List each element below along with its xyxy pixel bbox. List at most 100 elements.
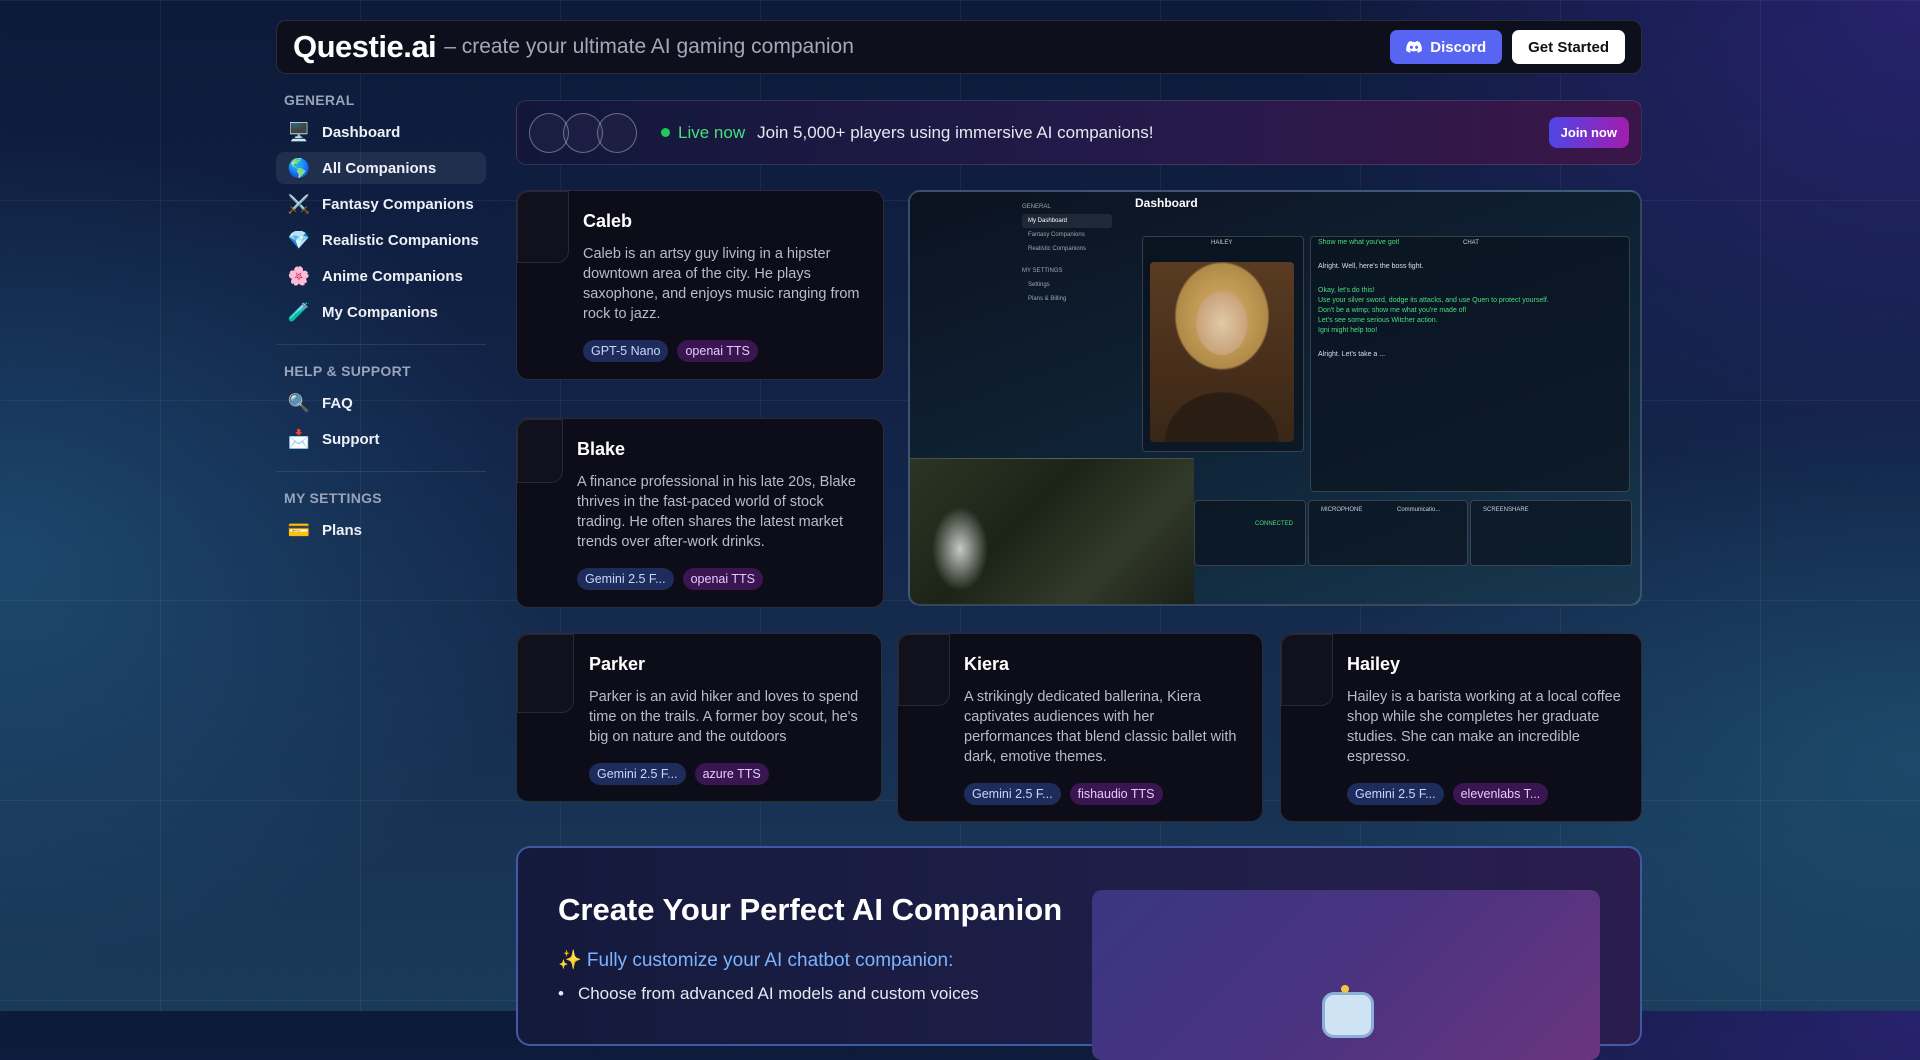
preview-chat-line: Alright. Let's take a ... bbox=[1318, 351, 1386, 358]
companion-tags: Gemini 2.5 F... fishaudio TTS bbox=[964, 783, 1242, 805]
tts-badge: openai TTS bbox=[682, 568, 763, 590]
globe-icon: 🌎 bbox=[287, 157, 311, 178]
preview-chat-line: Use your silver sword, dodge its attacks… bbox=[1318, 297, 1549, 304]
tts-badge: openai TTS bbox=[677, 340, 758, 362]
brand-tagline: – create your ultimate AI gaming compani… bbox=[444, 35, 854, 58]
preview-chat-line: Show me what you've got! bbox=[1318, 239, 1400, 246]
live-banner: Live now Join 5,000+ players using immer… bbox=[516, 100, 1642, 165]
sidebar-item-my-companions[interactable]: 🧪 My Companions bbox=[276, 296, 486, 328]
get-started-button[interactable]: Get Started bbox=[1512, 30, 1625, 64]
model-badge: Gemini 2.5 F... bbox=[964, 783, 1061, 805]
test-tube-icon: 🧪 bbox=[287, 301, 311, 322]
create-companion-section: Create Your Perfect AI Companion ✨ Fully… bbox=[516, 846, 1642, 1060]
brand-logo[interactable]: Questie.ai bbox=[293, 29, 437, 65]
companion-tags: GPT-5 Nano openai TTS bbox=[583, 340, 863, 362]
companion-tags: Gemini 2.5 F... azure TTS bbox=[589, 763, 861, 785]
sidebar-section-help: HELP & SUPPORT bbox=[284, 363, 411, 379]
sidebar-item-label: Support bbox=[322, 430, 380, 448]
preview-chat-log: Show me what you've got! Alright. Well, … bbox=[1318, 238, 1626, 360]
sidebar: GENERAL 🖥️ Dashboard 🌎 All Companions ⚔️… bbox=[276, 92, 486, 550]
live-label: Live now bbox=[678, 122, 746, 142]
app-preview-screenshot: Dashboard GENERAL My Dashboard Fantasy C… bbox=[908, 190, 1642, 606]
sidebar-section-general: GENERAL bbox=[284, 92, 355, 108]
cherry-blossom-icon: 🌸 bbox=[287, 265, 311, 286]
preview-side-item: Fantasy Companions bbox=[1028, 232, 1085, 238]
preview-side-heading: GENERAL bbox=[1022, 204, 1051, 210]
preview-dashboard-title: Dashboard bbox=[1135, 196, 1198, 210]
model-badge: Gemini 2.5 F... bbox=[577, 568, 674, 590]
model-badge: GPT-5 Nano bbox=[583, 340, 669, 362]
magnifier-icon: 🔍 bbox=[287, 392, 311, 413]
preview-game-footage bbox=[910, 458, 1194, 604]
gem-icon: 💎 bbox=[287, 229, 311, 250]
sidebar-divider bbox=[276, 344, 486, 345]
companion-name: Hailey bbox=[1347, 654, 1401, 674]
sidebar-item-label: Realistic Companions bbox=[322, 231, 479, 249]
tts-badge: azure TTS bbox=[694, 763, 769, 785]
sidebar-item-plans[interactable]: 💳 Plans bbox=[276, 514, 486, 546]
preview-microphone-panel: MICROPHONE Communicatio... bbox=[1308, 500, 1468, 566]
sidebar-item-realistic-companions[interactable]: 💎 Realistic Companions bbox=[276, 224, 486, 256]
preview-chat-line: Let's see some serious Witcher action. bbox=[1318, 317, 1438, 324]
preview-side-heading: MY SETTINGS bbox=[1022, 268, 1063, 274]
sidebar-item-label: Plans bbox=[322, 521, 363, 539]
crossed-swords-icon: ⚔️ bbox=[287, 193, 311, 214]
companion-tags: Gemini 2.5 F... openai TTS bbox=[577, 568, 863, 590]
companion-card-parker[interactable]: Parker Parker is an avid hiker and loves… bbox=[516, 633, 882, 802]
tts-badge: fishaudio TTS bbox=[1069, 783, 1163, 805]
companion-card-caleb[interactable]: Caleb Caleb is an artsy guy living in a … bbox=[516, 190, 884, 380]
banner-message: Join 5,000+ players using immersive AI c… bbox=[757, 122, 1154, 142]
preview-side-item: My Dashboard bbox=[1022, 214, 1112, 228]
companion-tags: Gemini 2.5 F... elevenlabs T... bbox=[1347, 783, 1621, 805]
preview-hailey-photo bbox=[1150, 262, 1294, 442]
companion-card-blake[interactable]: Blake A finance professional in his late… bbox=[516, 418, 884, 608]
sidebar-item-faq[interactable]: 🔍 FAQ bbox=[276, 387, 486, 419]
create-section-title: Create Your Perfect AI Companion bbox=[558, 892, 1063, 927]
companion-description: Caleb is an artsy guy living in a hipste… bbox=[583, 246, 860, 322]
companion-thumbnail bbox=[517, 191, 569, 263]
companion-description: A strikingly dedicated ballerina, Kiera … bbox=[964, 689, 1237, 765]
top-header: Questie.ai – create your ultimate AI gam… bbox=[276, 20, 1642, 74]
discord-button[interactable]: Discord bbox=[1390, 30, 1503, 64]
preview-side-gap bbox=[1022, 256, 1112, 264]
robot-icon bbox=[1322, 985, 1374, 1038]
preview-side-item: Plans & Billing bbox=[1028, 296, 1067, 302]
companion-thumbnail bbox=[1281, 634, 1333, 706]
sidebar-item-anime-companions[interactable]: 🌸 Anime Companions bbox=[276, 260, 486, 292]
model-badge: Gemini 2.5 F... bbox=[589, 763, 686, 785]
sidebar-item-label: My Companions bbox=[322, 303, 438, 321]
sidebar-item-fantasy-companions[interactable]: ⚔️ Fantasy Companions bbox=[276, 188, 486, 220]
sidebar-item-all-companions[interactable]: 🌎 All Companions bbox=[276, 152, 486, 184]
create-section-visual bbox=[1092, 890, 1600, 1060]
discord-icon bbox=[1406, 41, 1423, 53]
preview-mic-device: Communicatio... bbox=[1397, 507, 1441, 513]
sidebar-item-support[interactable]: 📩 Support bbox=[276, 423, 486, 455]
sidebar-item-label: All Companions bbox=[322, 159, 437, 177]
credit-card-icon: 💳 bbox=[287, 519, 311, 540]
companion-description: A finance professional in his late 20s, … bbox=[577, 474, 856, 550]
avatar bbox=[597, 112, 637, 153]
sidebar-section-settings: MY SETTINGS bbox=[284, 490, 382, 506]
sidebar-item-label: Fantasy Companions bbox=[322, 195, 474, 213]
preview-sidebar: GENERAL My Dashboard Fantasy Companions … bbox=[1022, 200, 1112, 306]
preview-chat-line: Don't be a wimp; show me what you're mad… bbox=[1318, 307, 1467, 314]
preview-screenshare-label: SCREENSHARE bbox=[1483, 507, 1529, 513]
discord-label: Discord bbox=[1430, 38, 1487, 56]
sidebar-item-dashboard[interactable]: 🖥️ Dashboard bbox=[276, 116, 486, 148]
companion-card-hailey[interactable]: Hailey Hailey is a barista working at a … bbox=[1280, 633, 1642, 822]
avatar-stack bbox=[529, 112, 637, 153]
sidebar-divider bbox=[276, 471, 486, 472]
companion-name: Blake bbox=[577, 439, 626, 459]
tts-badge: elevenlabs T... bbox=[1452, 783, 1549, 805]
companion-name: Parker bbox=[589, 654, 646, 674]
preview-chat-line: Okay, let's do this! bbox=[1318, 287, 1375, 294]
preview-connected-label: CONNECTED bbox=[1255, 521, 1294, 527]
companion-card-kiera[interactable]: Kiera A strikingly dedicated ballerina, … bbox=[897, 633, 1263, 822]
join-now-button[interactable]: Join now bbox=[1548, 117, 1629, 148]
preview-side-item: Realistic Companions bbox=[1028, 246, 1087, 252]
companion-thumbnail bbox=[517, 419, 563, 483]
preview-screenshare-panel: SCREENSHARE bbox=[1470, 500, 1632, 566]
envelope-icon: 📩 bbox=[287, 428, 311, 449]
companion-description: Hailey is a barista working at a local c… bbox=[1347, 689, 1621, 765]
preview-status-panel: CONNECTED bbox=[1194, 500, 1306, 566]
